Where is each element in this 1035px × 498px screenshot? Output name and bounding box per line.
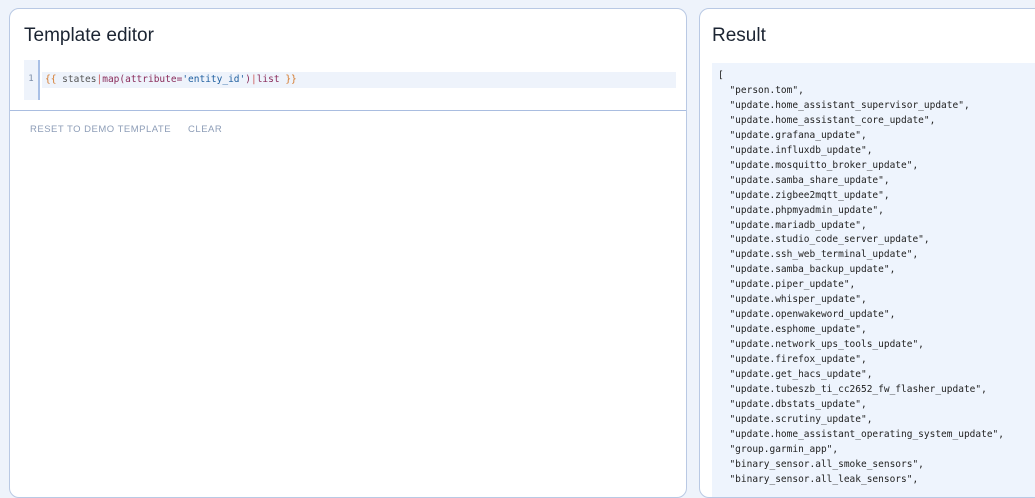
result-item: "update.studio_code_server_update", bbox=[718, 234, 930, 246]
template-editor-title: Template editor bbox=[24, 25, 154, 46]
result-title: Result bbox=[712, 25, 766, 46]
result-item: "update.whisper_update", bbox=[718, 294, 867, 306]
result-item: "update.network_ups_tools_update", bbox=[718, 339, 924, 351]
result-item: "update.firefox_update", bbox=[718, 354, 867, 366]
code-line[interactable]: {{ states|map(attribute='entity_id')|lis… bbox=[42, 72, 676, 88]
token-map: map(attribute= bbox=[102, 74, 183, 85]
result-item: "update.esphome_update", bbox=[718, 324, 867, 336]
result-item: "update.tubeszb_ti_cc2652_fw_flasher_upd… bbox=[718, 384, 987, 396]
reset-to-demo-template-button[interactable]: Reset to demo template bbox=[30, 124, 171, 135]
result-item: "update.mariadb_update", bbox=[718, 219, 867, 231]
token-close: }} bbox=[279, 74, 297, 85]
result-item: "update.dbstats_update", bbox=[718, 398, 867, 410]
result-item: "person.tom", bbox=[718, 84, 804, 96]
open-bracket: [ bbox=[718, 70, 724, 81]
clear-button[interactable]: Clear bbox=[188, 124, 222, 135]
divider bbox=[10, 110, 686, 111]
result-item: "update.scrutiny_update", bbox=[718, 413, 873, 425]
result-item: "update.ssh_web_terminal_update", bbox=[718, 249, 919, 261]
code-editor[interactable]: 1 {{ states|map(attribute='entity_id')|l… bbox=[24, 60, 676, 100]
result-output: [ "person.tom", "update.home_assistant_s… bbox=[712, 63, 1035, 497]
template-editor-card: Template editor 1 {{ states|map(attribut… bbox=[9, 8, 687, 498]
result-item: "update.samba_backup_update", bbox=[718, 264, 896, 276]
result-item: "update.openwakeword_update", bbox=[718, 309, 896, 321]
result-item: "update.home_assistant_operating_system_… bbox=[718, 428, 1004, 440]
result-card: Result [ "person.tom", "update.home_assi… bbox=[699, 8, 1035, 498]
result-item: "binary_sensor.all_smoke_sensors", bbox=[718, 458, 924, 470]
result-item: "update.get_hacs_update", bbox=[718, 369, 873, 381]
token-states: states bbox=[56, 74, 97, 85]
result-item: "update.piper_update", bbox=[718, 279, 856, 291]
result-item: "update.home_assistant_supervisor_update… bbox=[718, 99, 970, 111]
result-item: "update.phpmyadmin_update", bbox=[718, 204, 884, 216]
line-number: 1 bbox=[24, 60, 40, 100]
token-open: {{ bbox=[45, 74, 57, 85]
result-item: "update.grafana_update", bbox=[718, 129, 867, 141]
token-string: 'entity_id' bbox=[182, 74, 246, 85]
result-item: "update.influxdb_update", bbox=[718, 144, 873, 156]
result-item: "update.samba_share_update", bbox=[718, 174, 890, 186]
result-item: "group.garmin_app", bbox=[718, 443, 839, 455]
result-item: "update.mosquitto_broker_update", bbox=[718, 159, 919, 171]
token-list: list bbox=[256, 74, 280, 85]
result-item: "update.zigbee2mqtt_update", bbox=[718, 189, 890, 201]
result-item: "binary_sensor.all_leak_sensors", bbox=[718, 473, 919, 485]
result-item: "update.home_assistant_core_update", bbox=[718, 114, 936, 126]
